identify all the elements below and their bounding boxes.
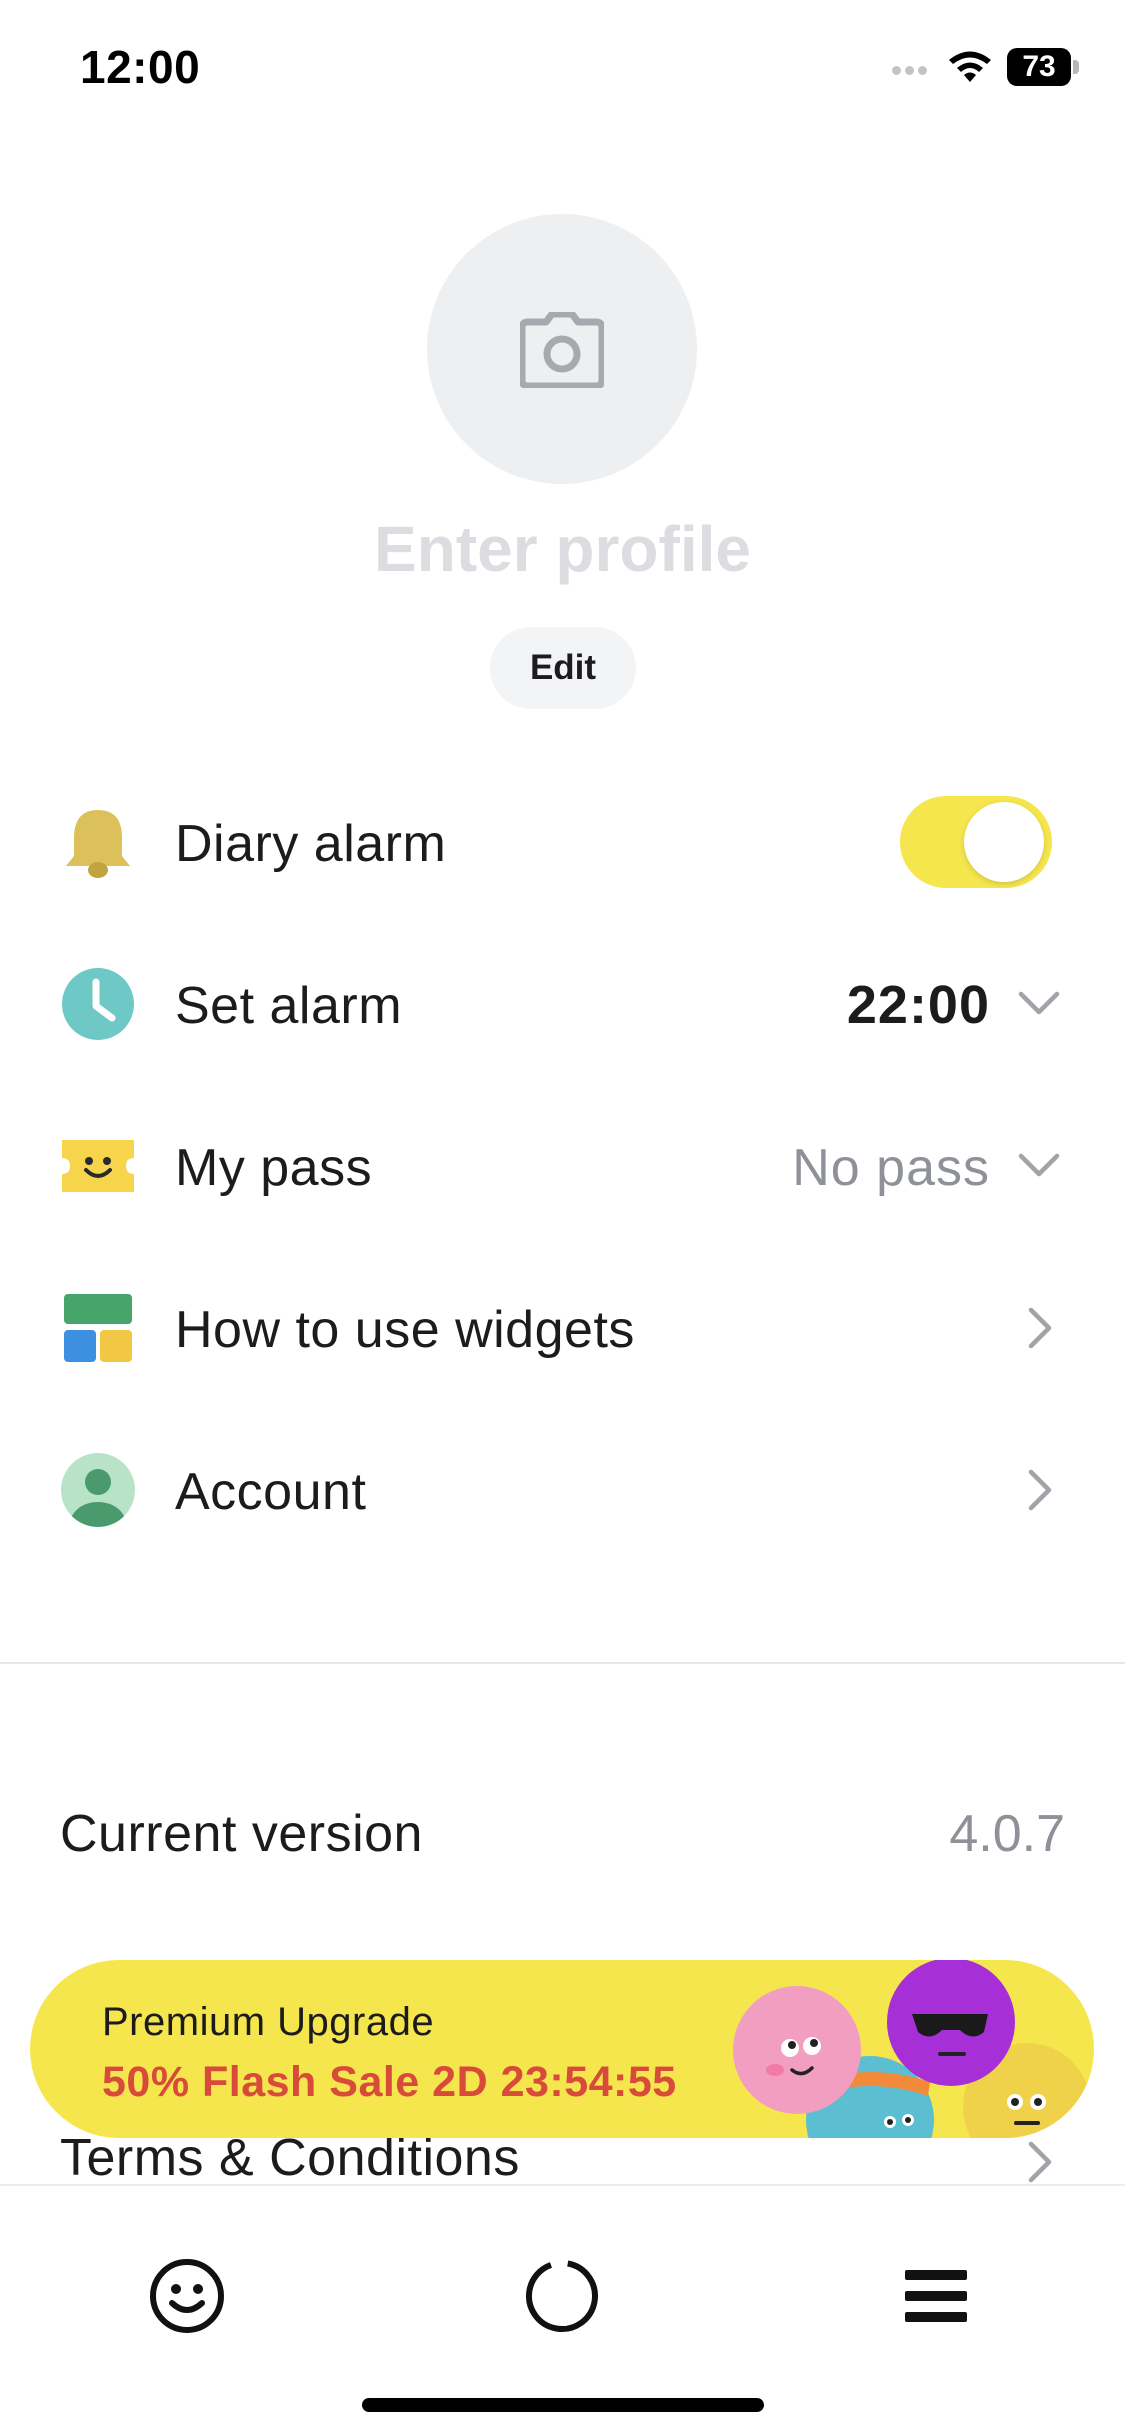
ticket-icon	[62, 1140, 134, 1192]
wifi-icon	[949, 51, 991, 82]
smiley-icon[interactable]	[147, 2256, 227, 2336]
my-pass-row[interactable]: My pass No pass	[0, 1106, 1125, 1226]
diary-alarm-row: Diary alarm	[0, 782, 1125, 902]
toggle-knob	[964, 802, 1044, 882]
camera-icon	[520, 312, 604, 388]
current-version-value: 4.0.7	[949, 1805, 1065, 1863]
profile-name-placeholder[interactable]: Enter profile	[0, 512, 1125, 586]
person-icon	[61, 1453, 135, 1527]
chevron-down-icon	[1018, 1153, 1060, 1177]
diary-alarm-toggle[interactable]	[900, 796, 1052, 888]
diary-alarm-label: Diary alarm	[175, 815, 447, 873]
avatar-button[interactable]	[427, 214, 697, 484]
chevron-right-icon	[1028, 1307, 1052, 1349]
battery-icon: 73	[1007, 48, 1079, 88]
promo-title: Premium Upgrade	[102, 2000, 435, 2044]
signal-dots-icon	[892, 62, 932, 76]
widgets-help-row[interactable]: How to use widgets	[0, 1268, 1125, 1388]
progress-ring-icon[interactable]	[522, 2256, 602, 2336]
status-bar: 12:00 73	[0, 0, 1125, 140]
pass-status-value[interactable]: No pass	[792, 1138, 990, 1198]
home-indicator[interactable]	[362, 2398, 764, 2412]
chevron-right-icon	[1028, 1469, 1052, 1511]
clock-icon	[62, 968, 134, 1040]
promo-sale-countdown: 50% Flash Sale 2D 23:54:55	[102, 2058, 677, 2106]
bell-icon	[66, 810, 130, 878]
chevron-down-icon	[1018, 991, 1060, 1015]
status-time: 12:00	[80, 41, 201, 93]
account-row[interactable]: Account	[0, 1430, 1125, 1550]
mascot-characters-illustration	[733, 1960, 1091, 2138]
widgets-help-label: How to use widgets	[175, 1301, 635, 1359]
widgets-icon	[64, 1294, 132, 1362]
set-alarm-label: Set alarm	[175, 977, 403, 1035]
alarm-time-value[interactable]: 22:00	[847, 974, 990, 1036]
battery-level: 73	[1022, 50, 1056, 83]
current-version-label: Current version	[60, 1805, 423, 1863]
section-divider	[0, 1662, 1125, 1664]
menu-icon[interactable]	[897, 2256, 977, 2336]
edit-profile-button[interactable]: Edit	[490, 627, 636, 709]
premium-upgrade-banner[interactable]: Premium Upgrade 50% Flash Sale 2D 23:54:…	[30, 1960, 1094, 2138]
set-alarm-row[interactable]: Set alarm 22:00	[0, 944, 1125, 1064]
my-pass-label: My pass	[175, 1139, 373, 1197]
account-label: Account	[175, 1463, 367, 1521]
chevron-right-icon	[1028, 2141, 1052, 2183]
